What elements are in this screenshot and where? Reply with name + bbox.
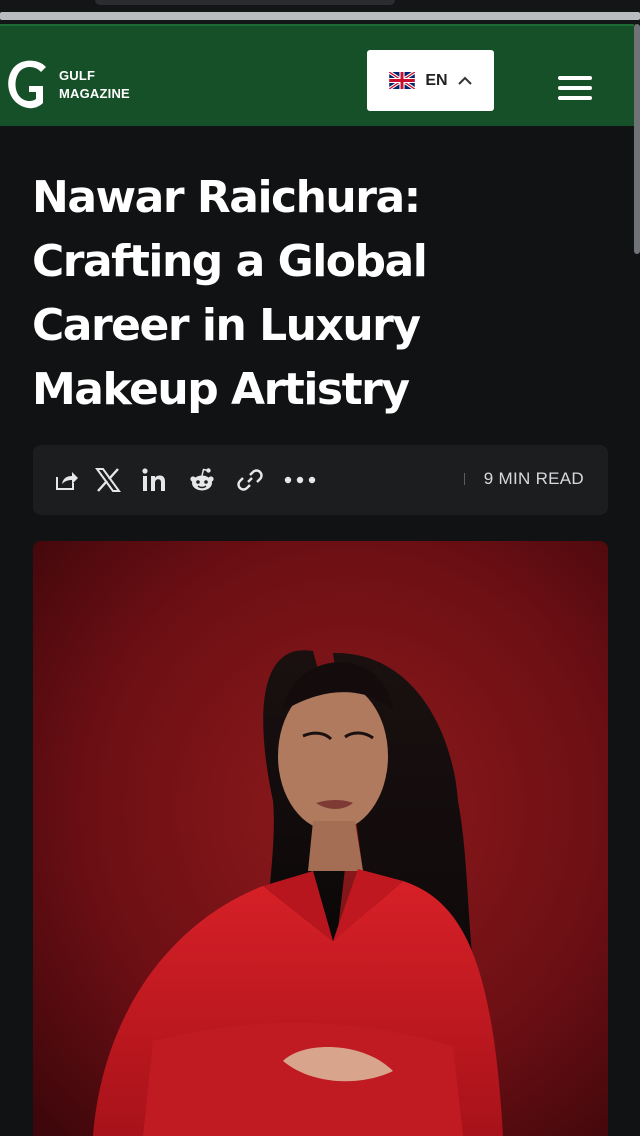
reddit-icon[interactable]: [189, 467, 215, 493]
browser-notch: [95, 0, 395, 5]
read-time: 9 MIN READ: [483, 469, 584, 488]
logo-line2: MAGAZINE: [59, 86, 130, 101]
chevron-up-icon: [457, 76, 472, 85]
site-header: GULF MAGAZINE EN: [0, 24, 634, 126]
hero-portrait-illustration: [33, 541, 608, 1136]
title-line-4: Makeup Artistry: [32, 364, 410, 415]
menu-bar-middle: [558, 86, 592, 90]
scrollbar[interactable]: [634, 24, 640, 254]
menu-bar-top: [558, 76, 592, 80]
share-icon[interactable]: [53, 467, 79, 493]
share-bar: 9 MIN READ: [33, 445, 608, 515]
hero-image: [33, 541, 608, 1136]
title-line-3: Career in Luxury: [32, 300, 421, 351]
link-icon[interactable]: [237, 467, 263, 493]
language-selector[interactable]: EN: [367, 50, 494, 111]
x-icon[interactable]: [95, 467, 121, 493]
browser-chrome: [0, 0, 640, 24]
title-line-1: Nawar Raichura:: [32, 172, 421, 223]
logo-wordmark: GULF MAGAZINE: [59, 67, 130, 103]
linkedin-icon[interactable]: [141, 467, 167, 493]
title-line-2: Crafting a Global: [32, 236, 428, 287]
hamburger-menu-button[interactable]: [558, 76, 592, 100]
site-logo[interactable]: GULF MAGAZINE: [5, 58, 130, 112]
language-code: EN: [425, 71, 448, 89]
share-bar-divider: [464, 473, 465, 485]
gulf-magazine-logo-icon: [8, 60, 46, 109]
article-title: Nawar Raichura: Crafting a Global Career…: [32, 166, 592, 422]
menu-bar-bottom: [558, 96, 592, 100]
logo-line1: GULF: [59, 68, 96, 83]
uk-flag-icon: [389, 72, 416, 89]
more-icon[interactable]: [283, 467, 317, 493]
browser-tab-strip: [0, 12, 640, 20]
